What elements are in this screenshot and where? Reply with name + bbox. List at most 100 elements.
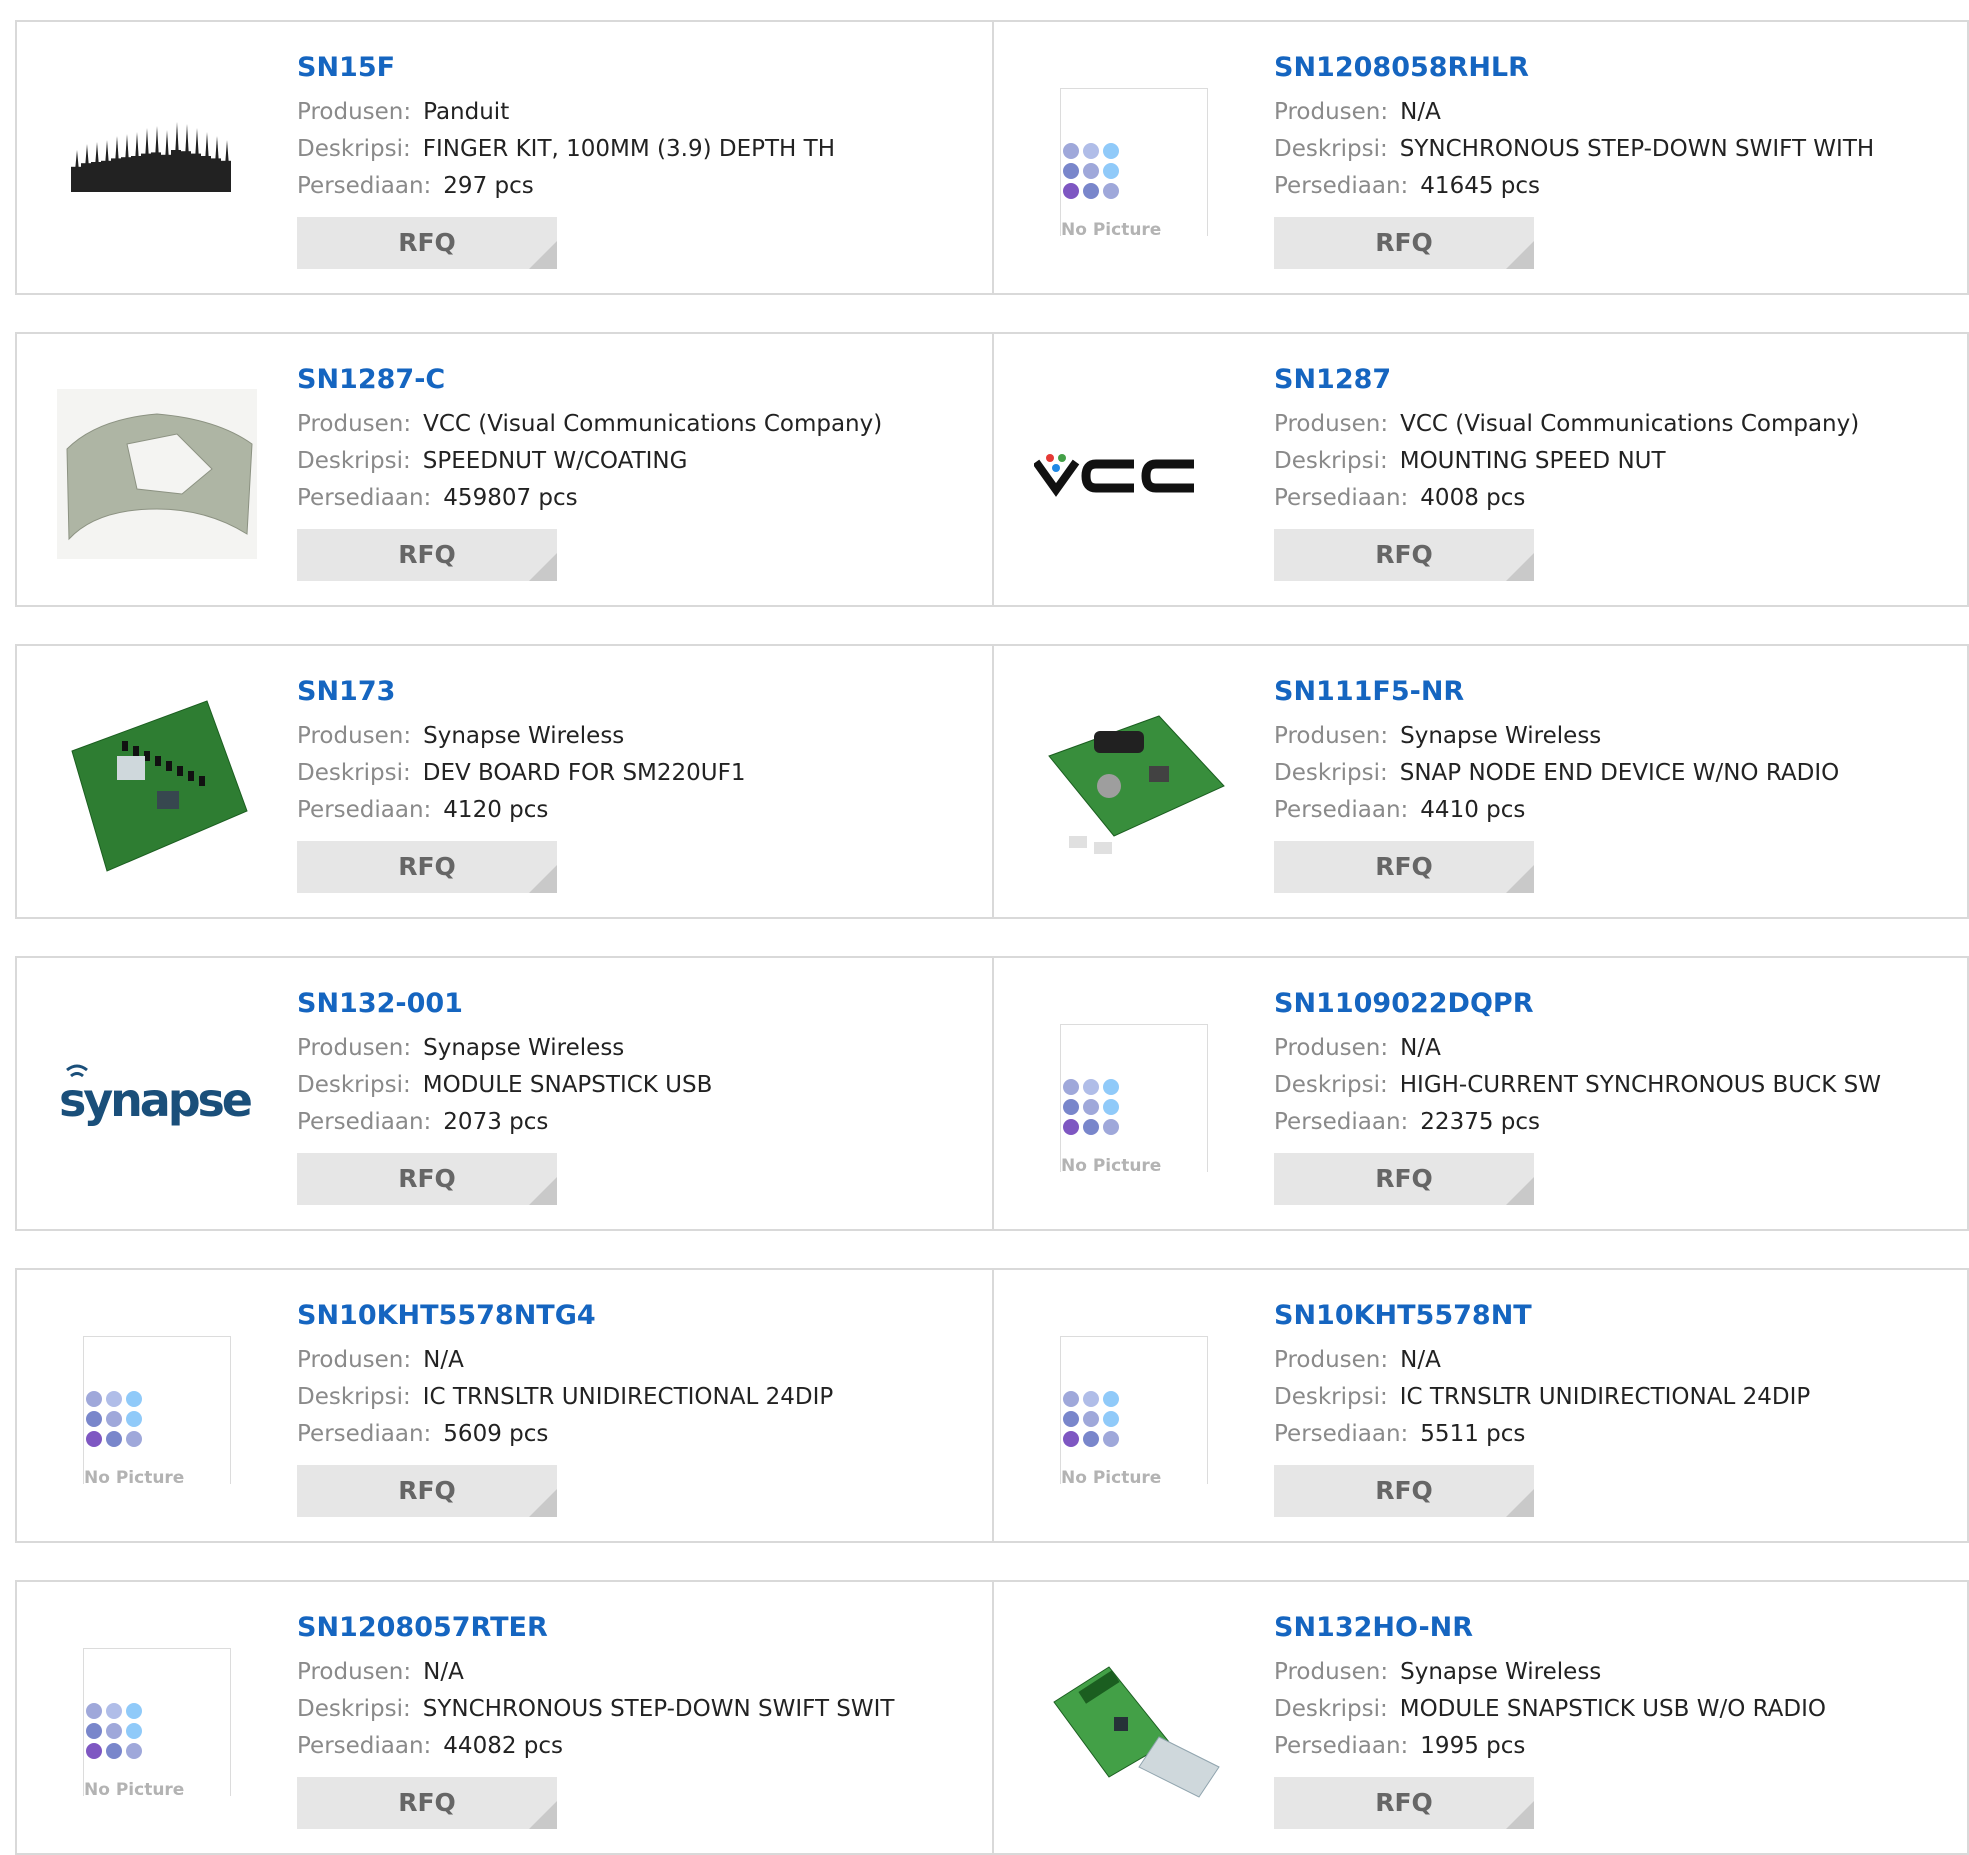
rfq-button[interactable]: RFQ — [297, 841, 557, 893]
button-corner-decoration — [529, 1177, 557, 1205]
product-card: SN111F5-NR Produsen: Synapse Wireless Des… — [994, 644, 1969, 919]
product-image[interactable] — [57, 62, 257, 262]
manufacturer-row: Produsen: Synapse Wireless — [297, 1030, 982, 1067]
manufacturer-label: Produsen: — [1274, 99, 1389, 125]
rfq-button[interactable]: RFQ — [297, 1153, 557, 1205]
part-number-link[interactable]: SN1109022DQPR — [1274, 986, 1957, 1022]
no-picture-label: No Picture — [1061, 1156, 1166, 1176]
description-row: Deskripsi: MODULE SNAPSTICK USB W/O RADIO — [1274, 1691, 1957, 1728]
manufacturer-label: Produsen: — [297, 1035, 412, 1061]
description-row: Deskripsi: IC TRNSLTR UNIDIRECTIONAL 24DI… — [297, 1379, 982, 1416]
part-number-link[interactable]: SN10KHT5578NT — [1274, 1298, 1957, 1334]
button-corner-decoration — [1506, 241, 1534, 269]
rfq-button[interactable]: RFQ — [1274, 529, 1534, 581]
product-image[interactable] — [1034, 374, 1234, 574]
product-card: SN1287-C Produsen: VCC (Visual Communicat… — [15, 332, 994, 607]
rfq-button[interactable]: RFQ — [297, 529, 557, 581]
description-row: Deskripsi: SPEEDNUT W/COATING — [297, 443, 982, 480]
rfq-button[interactable]: RFQ — [297, 217, 557, 269]
product-info: SN1208057RTER Produsen: N/A Deskripsi: SYN… — [297, 1610, 982, 1829]
no-picture-placeholder: No Picture — [83, 1648, 231, 1800]
product-info: SN132-001 Produsen: Synapse Wireless Desk… — [297, 986, 982, 1205]
product-image[interactable] — [1034, 1622, 1234, 1822]
part-number-link[interactable]: SN1287-C — [297, 362, 982, 398]
description-row: Deskripsi: DEV BOARD FOR SM220UF1 — [297, 755, 982, 792]
product-image[interactable]: No Picture — [1034, 62, 1234, 262]
product-image[interactable]: No Picture — [57, 1622, 257, 1822]
rfq-label: RFQ — [398, 852, 456, 881]
product-image[interactable]: No Picture — [57, 1310, 257, 1510]
manufacturer-label: Produsen: — [297, 99, 412, 125]
button-corner-decoration — [1506, 865, 1534, 893]
description-row: Deskripsi: HIGH-CURRENT SYNCHRONOUS BUCK … — [1274, 1067, 1957, 1104]
description-value: SNAP NODE END DEVICE W/NO RADIO — [1399, 760, 1840, 786]
description-value: SYNCHRONOUS STEP-DOWN SWIFT SWIT — [422, 1696, 895, 1722]
stock-row: Persediaan: 4120 pcs — [297, 792, 982, 829]
usb-stick-image — [1053, 1666, 1220, 1798]
manufacturer-row: Produsen: Synapse Wireless — [1274, 1654, 1957, 1691]
stock-label: Persediaan: — [1274, 485, 1409, 511]
stock-label: Persediaan: — [1274, 173, 1409, 199]
synapse-logo-image: synapse — [59, 1064, 253, 1127]
finger-kit-image — [71, 122, 231, 192]
product-image[interactable] — [1034, 686, 1234, 886]
rfq-button[interactable]: RFQ — [1274, 1777, 1534, 1829]
stock-row: Persediaan: 44082 pcs — [297, 1728, 982, 1765]
manufacturer-label: Produsen: — [1274, 1347, 1389, 1373]
button-corner-decoration — [529, 241, 557, 269]
button-corner-decoration — [529, 1801, 557, 1829]
rfq-button[interactable]: RFQ — [1274, 1465, 1534, 1517]
stock-label: Persediaan: — [1274, 1421, 1409, 1447]
manufacturer-label: Produsen: — [1274, 1659, 1389, 1685]
product-image[interactable]: synapse — [57, 998, 257, 1198]
no-picture-logo-icon — [1063, 1079, 1119, 1135]
description-label: Deskripsi: — [297, 136, 411, 162]
description-label: Deskripsi: — [297, 1696, 411, 1722]
product-image[interactable]: No Picture — [1034, 1310, 1234, 1510]
rfq-button[interactable]: RFQ — [1274, 217, 1534, 269]
product-card: No Picture SN1109022DQPR Produsen: N/A De… — [994, 956, 1969, 1231]
manufacturer-value: N/A — [423, 1347, 464, 1373]
product-info: SN15F Produsen: Panduit Deskripsi: FINGER … — [297, 50, 982, 269]
part-number-link[interactable]: SN10KHT5578NTG4 — [297, 1298, 982, 1334]
rfq-button[interactable]: RFQ — [1274, 841, 1534, 893]
part-number-link[interactable]: SN111F5-NR — [1274, 674, 1957, 710]
part-number-link[interactable]: SN1208057RTER — [297, 1610, 982, 1646]
no-picture-placeholder: No Picture — [1060, 1024, 1208, 1176]
manufacturer-value: N/A — [1400, 1347, 1441, 1373]
part-number-link[interactable]: SN173 — [297, 674, 982, 710]
rfq-button[interactable]: RFQ — [297, 1465, 557, 1517]
stock-label: Persediaan: — [1274, 1109, 1409, 1135]
stock-label: Persediaan: — [297, 485, 432, 511]
description-label: Deskripsi: — [297, 760, 411, 786]
description-label: Deskripsi: — [1274, 1072, 1388, 1098]
rfq-label: RFQ — [1375, 228, 1433, 257]
product-card: synapse SN132-001 Produsen: Synapse Wirel… — [15, 956, 994, 1231]
description-label: Deskripsi: — [1274, 1696, 1388, 1722]
part-number-link[interactable]: SN15F — [297, 50, 982, 86]
manufacturer-value: N/A — [1400, 1035, 1441, 1061]
stock-row: Persediaan: 22375 pcs — [1274, 1104, 1957, 1141]
manufacturer-value: N/A — [1400, 99, 1441, 125]
rfq-button[interactable]: RFQ — [1274, 1153, 1534, 1205]
part-number-link[interactable]: SN132-001 — [297, 986, 982, 1022]
button-corner-decoration — [529, 865, 557, 893]
stock-value: 1995 pcs — [1420, 1733, 1526, 1759]
manufacturer-value: VCC (Visual Communications Company) — [423, 411, 883, 437]
stock-row: Persediaan: 5511 pcs — [1274, 1416, 1957, 1453]
part-number-link[interactable]: SN1208058RHLR — [1274, 50, 1957, 86]
button-corner-decoration — [1506, 1177, 1534, 1205]
product-card: No Picture SN10KHT5578NTG4 Produsen: N/A … — [15, 1268, 994, 1543]
product-image[interactable] — [57, 686, 257, 886]
stock-row: Persediaan: 41645 pcs — [1274, 168, 1957, 205]
manufacturer-value: Synapse Wireless — [423, 723, 625, 749]
part-number-link[interactable]: SN132HO-NR — [1274, 1610, 1957, 1646]
product-image[interactable]: No Picture — [1034, 998, 1234, 1198]
product-image[interactable] — [57, 374, 257, 574]
part-number-link[interactable]: SN1287 — [1274, 362, 1957, 398]
product-card: No Picture SN1208057RTER Produsen: N/A De… — [15, 1580, 994, 1855]
manufacturer-value: Synapse Wireless — [1400, 723, 1602, 749]
rfq-button[interactable]: RFQ — [297, 1777, 557, 1829]
button-corner-decoration — [1506, 553, 1534, 581]
product-card: No Picture SN10KHT5578NT Produsen: N/A De… — [994, 1268, 1969, 1543]
